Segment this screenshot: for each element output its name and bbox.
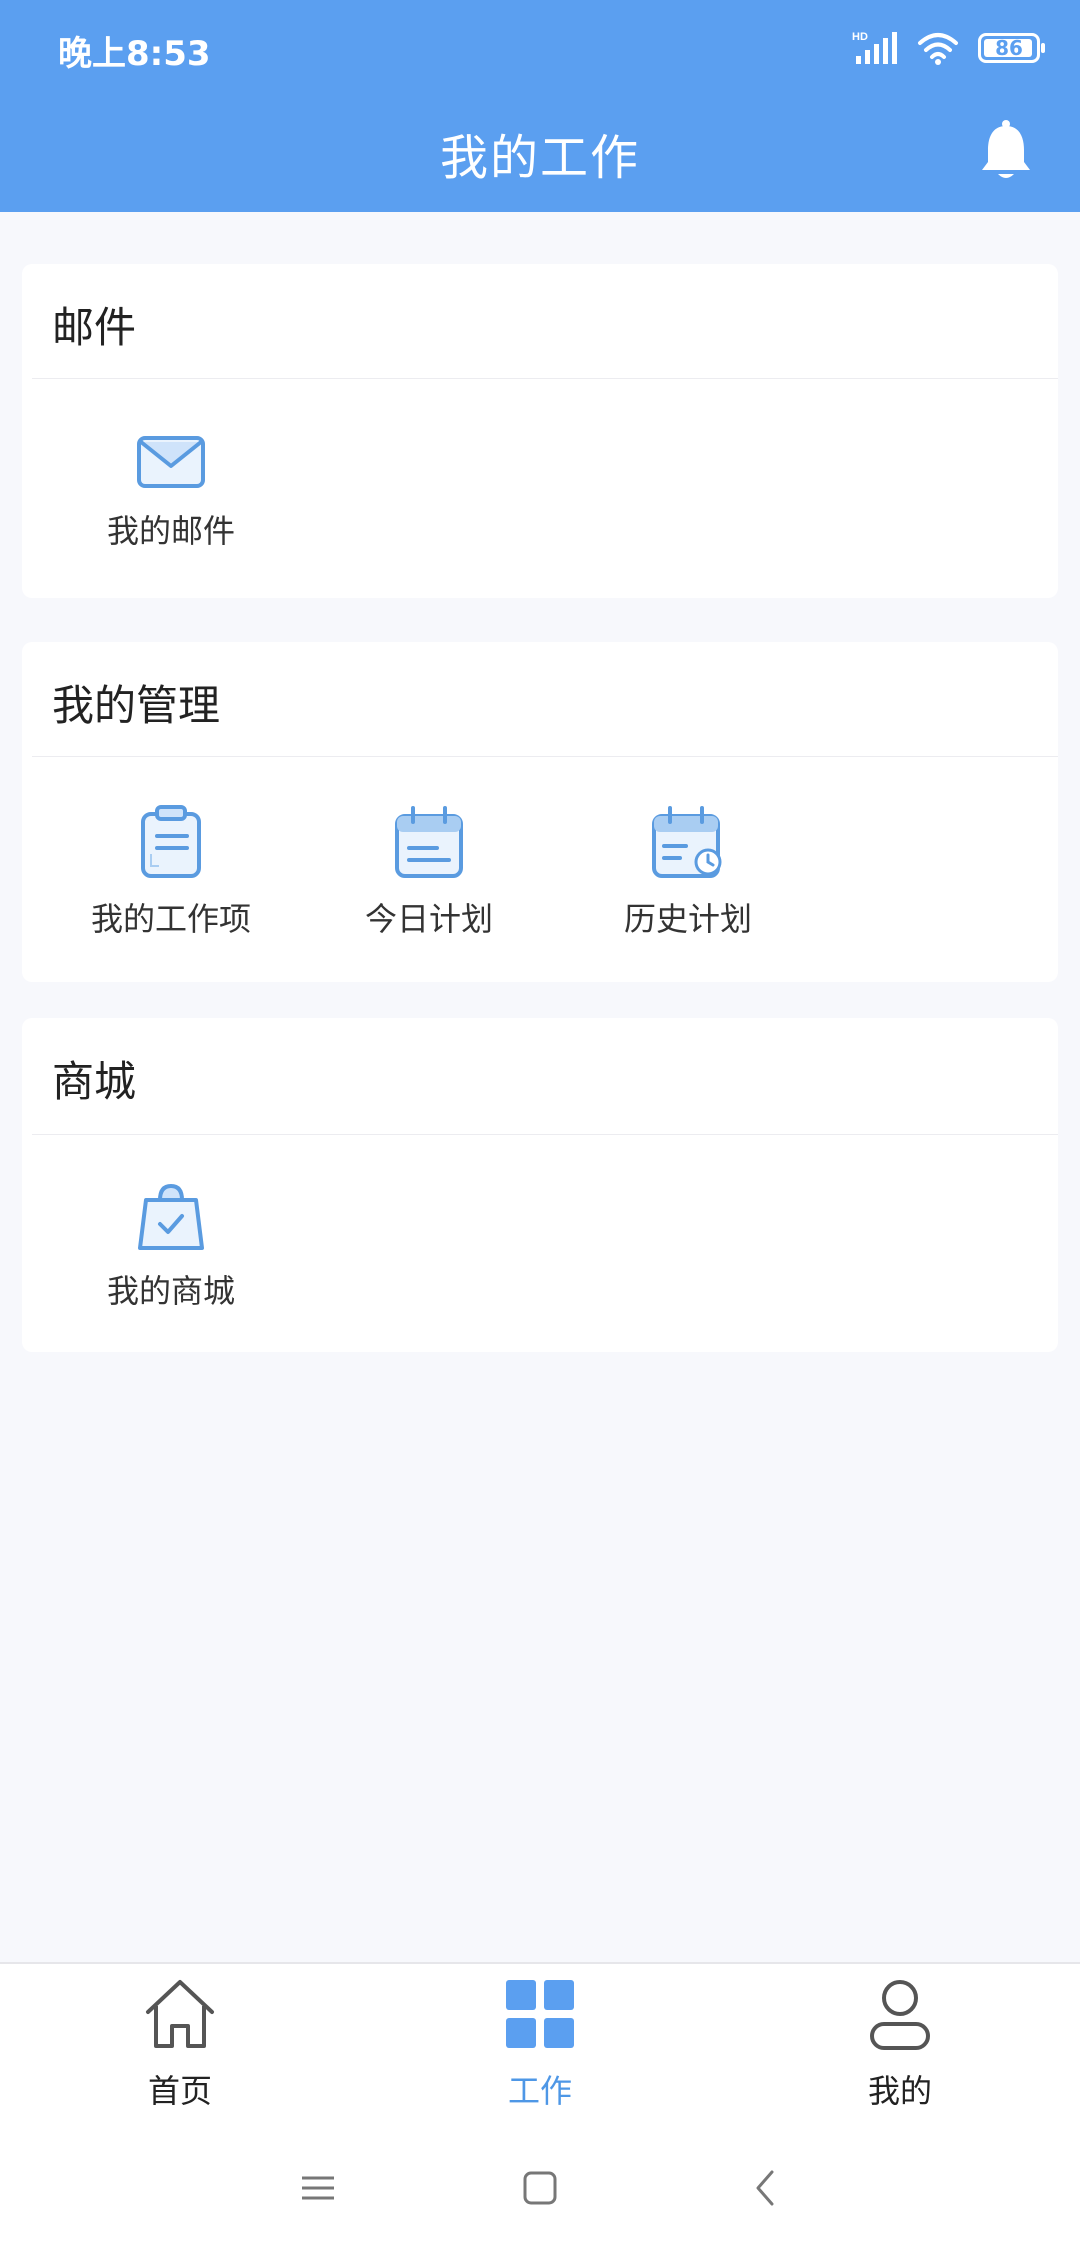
nav-home[interactable]: 首页	[80, 1974, 280, 2112]
section-divider	[32, 378, 1058, 379]
mail-section-card: 邮件 我的邮件	[22, 264, 1058, 598]
bell-icon[interactable]	[978, 118, 1034, 182]
shopping-bag-icon	[138, 1183, 204, 1250]
status-icons: HD 86	[852, 28, 1045, 68]
tile-label: 我的工作项	[90, 900, 251, 938]
home-square-icon[interactable]	[510, 2158, 570, 2218]
my-mail-tile[interactable]: 我的邮件	[51, 432, 291, 552]
management-section-card: 我的管理 我的工作项 今日计划 历史计划	[22, 642, 1058, 982]
section-title: 商城	[52, 1057, 137, 1106]
system-nav-bar	[0, 2120, 1080, 2248]
battery-icon: 86	[978, 33, 1045, 63]
app-header: 晚上8:53 HD 86 我的工作	[0, 0, 1080, 212]
calendar-icon	[395, 806, 463, 878]
grid-icon	[506, 1980, 574, 2048]
my-work-items-tile[interactable]: 我的工作项	[51, 804, 291, 940]
page-title: 我的工作	[439, 130, 640, 186]
my-mall-tile[interactable]: 我的商城	[51, 1182, 291, 1312]
nav-mine[interactable]: 我的	[800, 1974, 1000, 2112]
bottom-nav: 首页 工作 我的	[0, 1962, 1080, 2120]
wifi-icon	[918, 33, 958, 65]
nav-work[interactable]: 工作	[440, 1974, 640, 2112]
nav-label: 工作	[507, 2072, 572, 2110]
tile-label: 我的商城	[106, 1272, 235, 1310]
signal-icon: HD	[852, 31, 897, 64]
back-icon[interactable]	[736, 2158, 796, 2218]
svg-text:HD: HD	[852, 31, 868, 43]
calendar-clock-icon	[652, 806, 722, 878]
section-title: 邮件	[52, 303, 137, 352]
mail-icon	[137, 436, 205, 488]
mall-section-card: 商城 我的商城	[22, 1018, 1058, 1352]
status-time: 晚上8:53	[58, 34, 211, 74]
tile-label: 我的邮件	[106, 512, 235, 550]
section-title: 我的管理	[52, 681, 221, 730]
nav-label: 我的	[867, 2072, 932, 2110]
history-plan-tile[interactable]: 历史计划	[568, 804, 808, 940]
home-icon	[146, 1980, 214, 2048]
user-icon	[870, 1980, 930, 2050]
clipboard-icon	[141, 805, 201, 878]
battery-level: 86	[995, 36, 1023, 60]
nav-label: 首页	[147, 2072, 212, 2110]
section-divider	[32, 1134, 1058, 1135]
section-divider	[32, 756, 1058, 757]
menu-icon[interactable]	[288, 2158, 348, 2218]
tile-label: 今日计划	[364, 900, 493, 938]
today-plan-tile[interactable]: 今日计划	[309, 804, 549, 940]
tile-label: 历史计划	[623, 900, 752, 938]
